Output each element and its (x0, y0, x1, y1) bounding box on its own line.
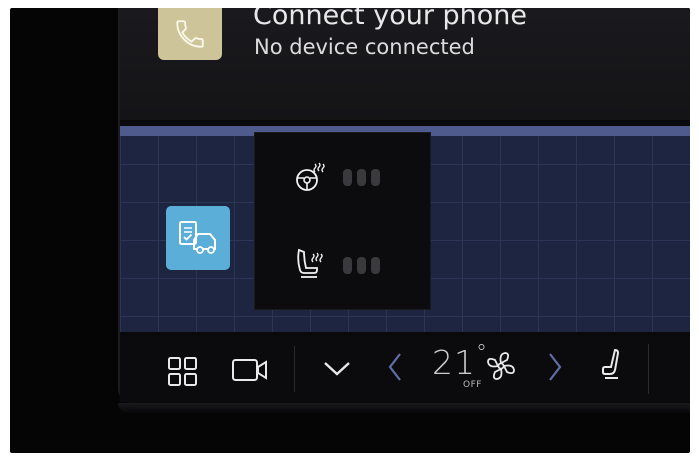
temperature-display[interactable]: 21° (432, 341, 488, 382)
seat-heat-level-indicator (343, 256, 380, 274)
chevron-right-icon (549, 353, 562, 381)
grid-home-icon (168, 357, 197, 386)
phone-connection-status: No device connected (254, 35, 475, 59)
temperature-value: 21 (432, 343, 476, 382)
seat-icon (602, 348, 620, 379)
phone-card[interactable]: Connect your phone No device connected (120, 8, 690, 120)
camera-button[interactable] (230, 356, 270, 386)
fan-icon (487, 352, 515, 380)
level-dot (371, 256, 380, 274)
phone-card-title: Connect your phone (253, 8, 528, 31)
map-area[interactable] (120, 126, 690, 332)
steering-wheel-heat-control[interactable] (293, 161, 380, 193)
heating-panel (254, 132, 431, 310)
temperature-down-button[interactable] (384, 350, 406, 384)
chevron-down-icon (324, 362, 350, 376)
camera-icon (232, 359, 267, 381)
home-button[interactable] (166, 355, 200, 389)
phone-tile[interactable] (158, 8, 222, 60)
screen-bezel (118, 403, 690, 413)
car-service-app-tile[interactable] (166, 206, 230, 270)
seat-heat-icon (297, 248, 323, 278)
level-dot (357, 256, 366, 274)
temperature-up-button[interactable] (544, 350, 566, 384)
divider (648, 344, 649, 394)
level-dot (357, 168, 366, 186)
level-dot (371, 168, 380, 186)
phone-icon (176, 20, 204, 48)
seat-heat-control[interactable] (293, 247, 380, 283)
photo-frame: Connect your phone No device connected 2… (10, 8, 690, 453)
level-dot (343, 256, 352, 274)
center-display: Connect your phone No device connected 2… (118, 8, 690, 403)
climate-bar: 21° OFF (120, 336, 690, 402)
divider (294, 346, 295, 392)
seat-climate-button[interactable] (598, 346, 628, 384)
steering-heat-level-indicator (343, 168, 380, 186)
level-dot (343, 168, 352, 186)
collapse-climate-button[interactable] (320, 354, 354, 384)
fan-status-label: OFF (463, 380, 482, 390)
fan-button[interactable] (484, 349, 518, 383)
chevron-left-icon (388, 353, 401, 381)
steering-wheel-heat-icon (296, 162, 325, 191)
car-service-icon (179, 221, 216, 254)
